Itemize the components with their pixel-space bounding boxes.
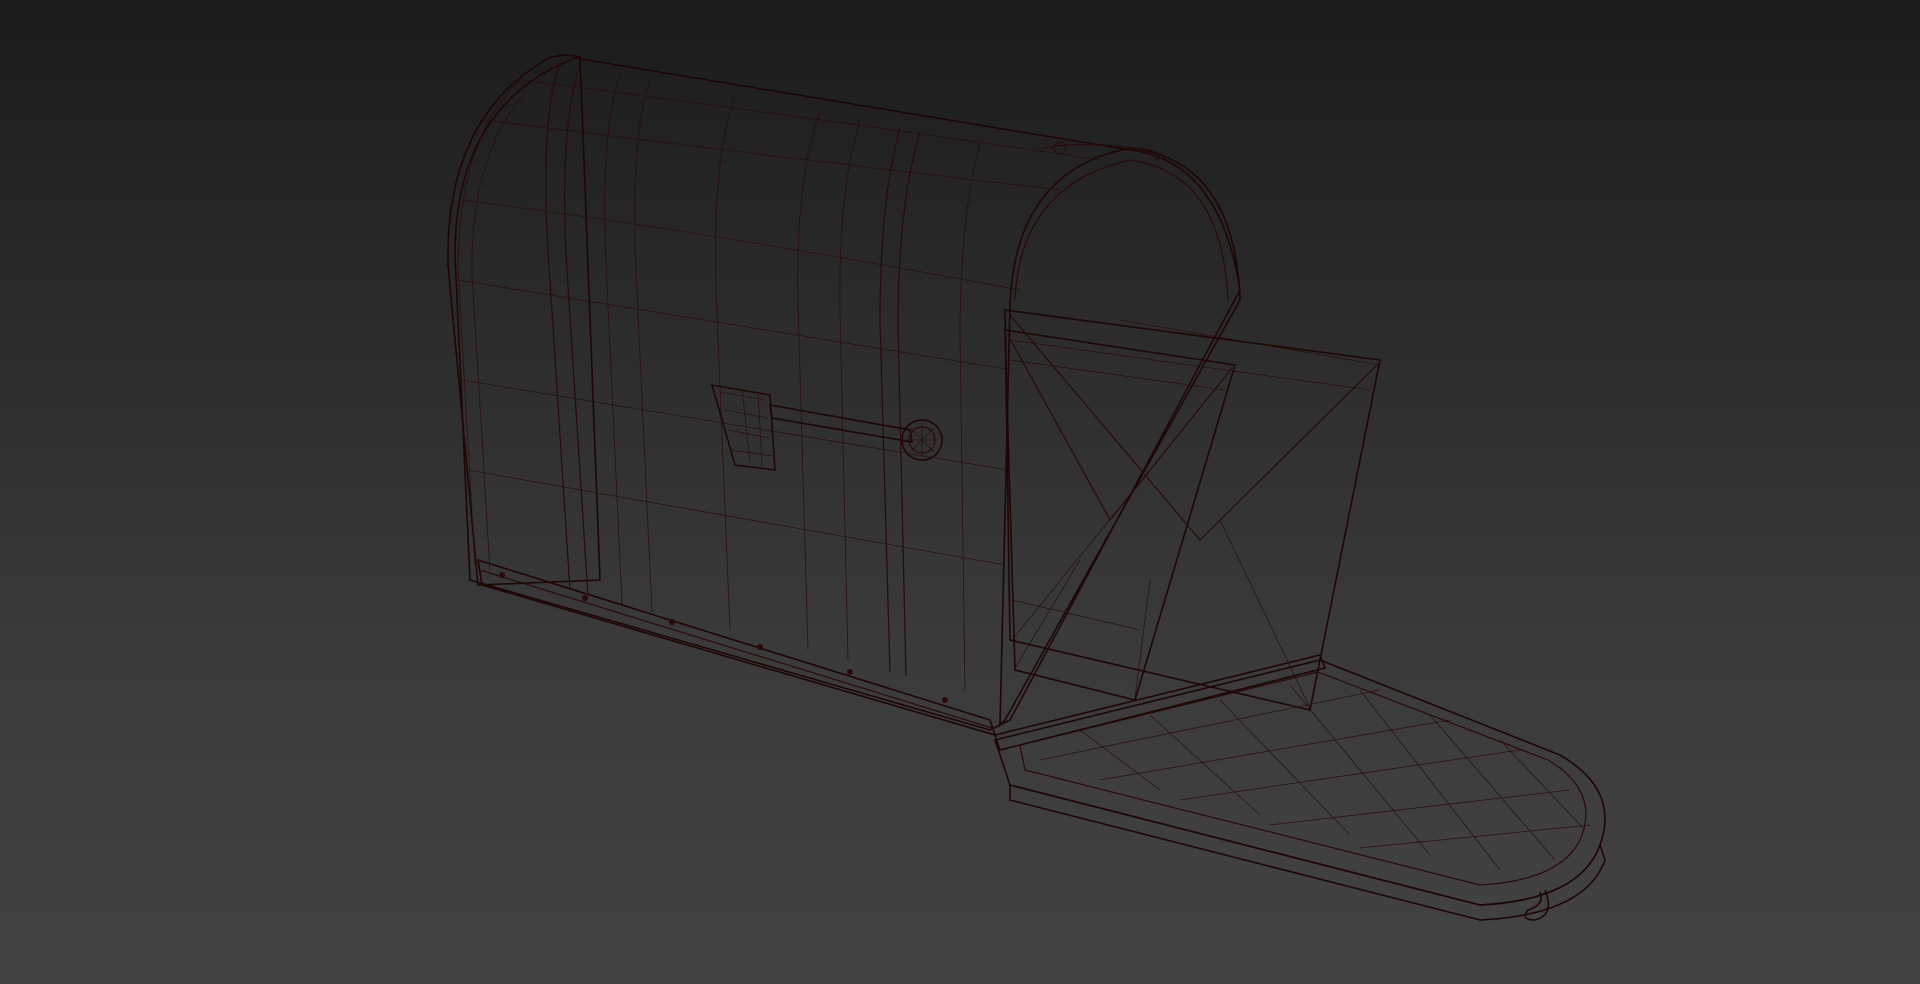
envelopes: [1004, 309, 1381, 711]
flag[interactable]: [710, 383, 943, 471]
mailbox-body: [447, 54, 1241, 737]
mailbox-model[interactable]: [0, 0, 1920, 984]
mailbox-door[interactable]: [993, 654, 1606, 921]
3d-viewport[interactable]: [0, 0, 1920, 984]
